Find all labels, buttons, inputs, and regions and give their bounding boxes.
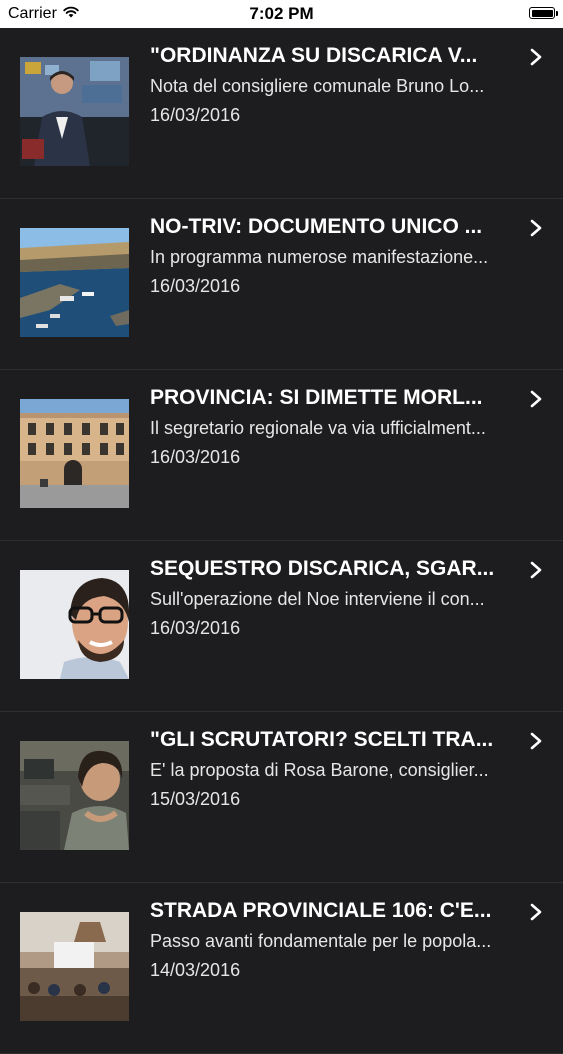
chevron-right-icon (530, 48, 542, 66)
chevron-right-icon (530, 561, 542, 579)
article-date: 16/03/2016 (150, 105, 241, 125)
article-date: 16/03/2016 (150, 276, 241, 296)
status-bar: Carrier 7:02 PM (0, 0, 563, 28)
chevron-right-icon (530, 732, 542, 750)
list-item[interactable]: SEQUESTRO DISCARICA, SGAR... Sull'operaz… (0, 541, 563, 712)
list-item[interactable]: "ORDINANZA SU DISCARICA V... Nota del co… (0, 28, 563, 199)
article-thumbnail (20, 399, 129, 508)
article-date: 14/03/2016 (150, 960, 241, 980)
article-thumbnail (20, 741, 129, 850)
article-subtitle: Il segretario regionale va via ufficialm… (150, 418, 486, 438)
article-list: "ORDINANZA SU DISCARICA V... Nota del co… (0, 28, 563, 1054)
article-subtitle: Sull'operazione del Noe interviene il co… (150, 589, 485, 609)
article-subtitle: Passo avanti fondamentale per le popola.… (150, 931, 492, 951)
article-title: "ORDINANZA SU DISCARICA V... (150, 44, 478, 67)
article-title: STRADA PROVINCIALE 106: C'E... (150, 899, 492, 922)
chevron-right-icon (530, 903, 542, 921)
article-thumbnail (20, 570, 129, 679)
article-title: PROVINCIA: SI DIMETTE MORL... (150, 386, 483, 409)
article-date: 16/03/2016 (150, 447, 241, 467)
chevron-right-icon (530, 219, 542, 237)
battery-icon (529, 7, 558, 19)
article-subtitle: E' la proposta di Rosa Barone, consiglie… (150, 760, 489, 780)
article-thumbnail (20, 57, 129, 166)
article-subtitle: Nota del consigliere comunale Bruno Lo..… (150, 76, 485, 96)
article-date: 15/03/2016 (150, 789, 241, 809)
article-title: NO-TRIV: DOCUMENTO UNICO ... (150, 215, 483, 238)
list-item[interactable]: NO-TRIV: DOCUMENTO UNICO ... In programm… (0, 199, 563, 370)
chevron-right-icon (530, 390, 542, 408)
list-item[interactable]: "GLI SCRUTATORI? SCELTI TRA... E' la pro… (0, 712, 563, 883)
article-title: SEQUESTRO DISCARICA, SGAR... (150, 557, 495, 580)
list-item[interactable]: PROVINCIA: SI DIMETTE MORL... Il segreta… (0, 370, 563, 541)
article-date: 16/03/2016 (150, 618, 241, 638)
article-subtitle: In programma numerose manifestazione... (150, 247, 489, 267)
list-item[interactable]: STRADA PROVINCIALE 106: C'E... Passo ava… (0, 883, 563, 1054)
article-thumbnail (20, 912, 129, 1021)
article-thumbnail (20, 228, 129, 337)
status-time: 7:02 PM (249, 4, 314, 23)
article-title: "GLI SCRUTATORI? SCELTI TRA... (150, 728, 494, 751)
